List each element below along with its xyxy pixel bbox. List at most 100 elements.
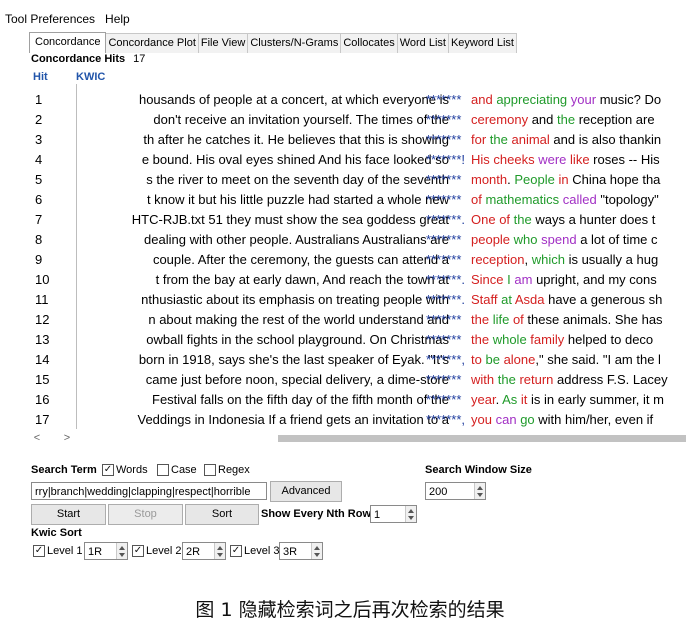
menu-help[interactable]: Help (100, 8, 135, 28)
right-context-word: helped to deco (564, 332, 654, 347)
right-context-word: roses -- His (589, 152, 660, 167)
right-context-word: and (528, 112, 557, 127)
right-context-word: family (530, 332, 565, 347)
right-context-word: address F.S. Lacey (553, 372, 668, 387)
level1-label: Level 1 (47, 545, 83, 557)
left-context-text: came just before noon, special delivery,… (145, 372, 449, 387)
level3-checkbox[interactable]: ✓ (230, 545, 242, 557)
left-context: housands of people at a concert, at whic… (76, 90, 449, 110)
start-button[interactable]: Start (31, 504, 106, 525)
left-context: don't receive an invitation yourself. Th… (76, 110, 449, 130)
advanced-button[interactable]: Advanced (270, 481, 342, 502)
nth-row-spinner[interactable] (405, 506, 416, 522)
kwic-row[interactable]: 4 e bound. His oval eyes shined And his f… (30, 150, 686, 170)
scroll-left-icon[interactable]: < (30, 431, 44, 445)
hidden-search-term: ******* (426, 192, 462, 207)
horizontal-scrollbar[interactable]: < > (30, 431, 686, 445)
kwic-row[interactable]: 16 Festival falls on the fifth day of the… (30, 390, 686, 410)
left-context-text: Festival falls on the fifth day of the f… (152, 392, 449, 407)
kwic-row[interactable]: 9 couple. After the ceremony, the guests … (30, 250, 686, 270)
right-context: and appreciating your music? Do (471, 90, 686, 110)
search-term-input[interactable]: rry|branch|wedding|clapping|respect|horr… (31, 482, 267, 500)
kwic-row[interactable]: 15 came just before noon, special deliver… (30, 370, 686, 390)
hidden-search-term: ******* (426, 252, 462, 267)
kwic-row[interactable]: 8 dealing with other people. Australians … (30, 230, 686, 250)
right-context-word: go (520, 412, 535, 427)
tab-clusters-ngrams[interactable]: Clusters/N-Grams (247, 33, 342, 53)
level1-spinner[interactable] (116, 543, 127, 559)
left-context: Festival falls on the fifth day of the f… (76, 390, 449, 410)
hidden-search-term: *******. (426, 272, 466, 287)
stop-button[interactable]: Stop (108, 504, 183, 525)
kwic-row[interactable]: 1 housands of people at a concert, at whi… (30, 90, 686, 110)
kwic-row[interactable]: 14 born in 1918, says she's the last spea… (30, 350, 686, 370)
kwic-row[interactable]: 2 don't receive an invitation yourself. T… (30, 110, 686, 130)
regex-label: Regex (218, 464, 250, 476)
kwic-row[interactable]: 7 HTC-RJB.txt 51 they must show the sea g… (30, 210, 686, 230)
tab-concordance-plot[interactable]: Concordance Plot (105, 33, 199, 53)
level3-spinner[interactable] (311, 543, 322, 559)
right-context-word: ceremony (471, 112, 529, 127)
right-context-word: the (513, 212, 532, 227)
left-context: dealing with other people. Australians A… (76, 230, 449, 250)
tab-file-view[interactable]: File View (197, 33, 249, 53)
kwic-row[interactable]: 5 s the river to meet on the seventh day … (30, 170, 686, 190)
app-window: Tool Preferences Help Concordance Concor… (0, 0, 686, 575)
kwic-results-pane[interactable]: 1 housands of people at a concert, at whi… (30, 84, 686, 429)
search-window-spinner[interactable] (474, 483, 485, 499)
left-context-text: n about making the rest of the world und… (148, 312, 449, 327)
right-context: of mathematics called "topology" (471, 190, 686, 210)
right-context-word: animal (511, 132, 550, 147)
kwic-row[interactable]: 13 owball fights in the school playground… (30, 330, 686, 350)
kwic-row[interactable]: 6 t know it but his little puzzle had sta… (30, 190, 686, 210)
tab-concordance[interactable]: Concordance (29, 32, 107, 53)
tab-keyword-list[interactable]: Keyword List (447, 33, 517, 53)
level1-checkbox[interactable]: ✓ (33, 545, 45, 557)
right-context-word: of (471, 192, 482, 207)
right-context: month. People in China hope tha (471, 170, 686, 190)
right-context-word: the (489, 132, 508, 147)
hit-number: 4 (35, 152, 43, 167)
figure-caption: 图 1 隐藏检索词之后再次检索的结果 (195, 599, 505, 621)
right-context-word: the (471, 332, 490, 347)
scroll-thumb[interactable] (278, 435, 686, 442)
hit-column-header[interactable]: Hit (33, 71, 48, 83)
left-context: couple. After the ceremony, the guests c… (76, 250, 449, 270)
right-context-word: were (538, 152, 567, 167)
level2-checkbox[interactable]: ✓ (132, 545, 144, 557)
tool-tabs: Concordance Concordance Plot File View C… (29, 32, 517, 53)
case-checkbox[interactable] (157, 464, 169, 476)
menu-tool-preferences[interactable]: Tool Preferences (0, 8, 100, 28)
search-term-label: Search Term (31, 464, 97, 476)
kwic-row[interactable]: 12 n about making the rest of the world u… (30, 310, 686, 330)
right-context: for the animal and is also thankin (471, 130, 686, 150)
right-context-word: whole (492, 332, 527, 347)
right-context-word: upright, and my cons (532, 272, 657, 287)
left-context: n about making the rest of the world und… (76, 310, 449, 330)
sort-button[interactable]: Sort (185, 504, 259, 525)
hit-number: 9 (35, 252, 43, 267)
words-checkbox[interactable]: ✓ (102, 464, 114, 476)
hidden-search-term: ******* (426, 332, 462, 347)
kwic-row[interactable]: 10 t from the bay at early dawn, And reac… (30, 270, 686, 290)
kwic-row[interactable]: 11 nthusiastic about its emphasis on trea… (30, 290, 686, 310)
tab-collocates[interactable]: Collocates (340, 33, 398, 53)
tab-word-list[interactable]: Word List (396, 33, 449, 53)
left-context-text: s the river to meet on the seventh day o… (146, 172, 449, 187)
right-context-word: month (471, 172, 508, 187)
hit-number: 8 (35, 232, 43, 247)
level2-spinner[interactable] (214, 543, 225, 559)
kwic-row[interactable]: 3 th after he catches it. He believes tha… (30, 130, 686, 150)
kwic-column-header[interactable]: KWIC (76, 71, 105, 83)
hidden-search-term: *******. (426, 292, 466, 307)
right-context-word: the (471, 312, 490, 327)
right-context-word: in (558, 172, 569, 187)
hidden-search-term: ******* (426, 232, 462, 247)
kwic-row[interactable]: 17 Veddings in Indonesia If a friend gets… (30, 410, 686, 430)
scroll-right-icon[interactable]: > (60, 431, 74, 445)
right-context-word: who (513, 232, 538, 247)
right-context-word: with (471, 372, 495, 387)
hits-count: 17 (133, 53, 146, 65)
regex-checkbox[interactable] (204, 464, 216, 476)
hidden-search-term: *******! (426, 152, 466, 167)
